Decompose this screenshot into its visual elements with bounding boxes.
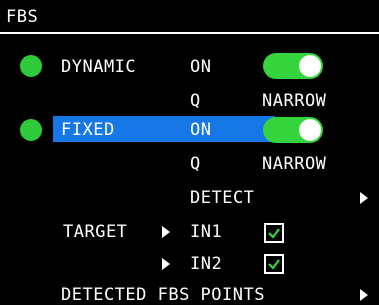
detected-points-arrow-icon [360, 289, 368, 301]
toggle-knob [299, 119, 321, 141]
target-in1-checkbox[interactable] [264, 223, 284, 243]
fixed-status-led [20, 119, 42, 141]
detected-points-menu-item[interactable]: DETECTED FBS POINTS [61, 285, 265, 305]
fixed-q-label: Q [190, 154, 201, 174]
toggle-knob [299, 55, 321, 77]
page-title: FBS [6, 7, 39, 27]
dynamic-q-label: Q [190, 91, 201, 111]
detect-arrow-icon [360, 192, 368, 204]
target-label: TARGET [63, 222, 128, 242]
dynamic-toggle[interactable] [263, 53, 323, 79]
dynamic-state[interactable]: ON [190, 57, 211, 77]
fixed-state[interactable]: ON [190, 120, 211, 140]
target-in1-label: IN1 [190, 222, 223, 242]
detect-menu-item[interactable]: DETECT [190, 188, 254, 208]
check-icon [268, 259, 280, 270]
fixed-q-value[interactable]: NARROW [262, 154, 326, 174]
dynamic-q-value[interactable]: NARROW [262, 91, 326, 111]
dynamic-label[interactable]: DYNAMIC [61, 57, 136, 77]
title-bar: FBS [0, 0, 379, 34]
target-in2-arrow-icon [162, 258, 170, 270]
dynamic-status-led [20, 55, 42, 77]
target-in2-checkbox[interactable] [264, 254, 284, 274]
check-icon [268, 228, 280, 239]
target-in1-arrow-icon [162, 226, 170, 238]
fixed-toggle[interactable] [263, 117, 323, 143]
fixed-label[interactable]: FIXED [61, 120, 115, 140]
target-in2-label: IN2 [190, 254, 223, 274]
